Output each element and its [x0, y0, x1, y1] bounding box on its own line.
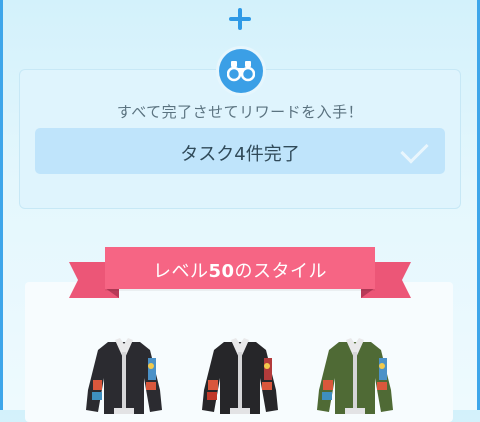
level-style-title: レベル50のスタイル: [105, 257, 375, 283]
level-style-banner: レベル50のスタイル: [105, 247, 375, 289]
task-progress-label: タスク4件完了: [180, 144, 300, 165]
banner-prefix: レベル: [152, 261, 209, 282]
jacket-icon[interactable]: [309, 330, 401, 414]
task-description: すべて完了させてリワードを入手！: [116, 103, 364, 121]
banner-suffix: のスタイル: [234, 261, 328, 282]
jacket-icon[interactable]: [194, 330, 286, 414]
banner-level: 50: [208, 261, 235, 282]
plus-icon[interactable]: [226, 6, 254, 34]
jacket-icon[interactable]: [78, 330, 170, 414]
task-progress-button[interactable]: タスク4件完了: [35, 128, 445, 174]
binoculars-icon: [219, 49, 263, 93]
